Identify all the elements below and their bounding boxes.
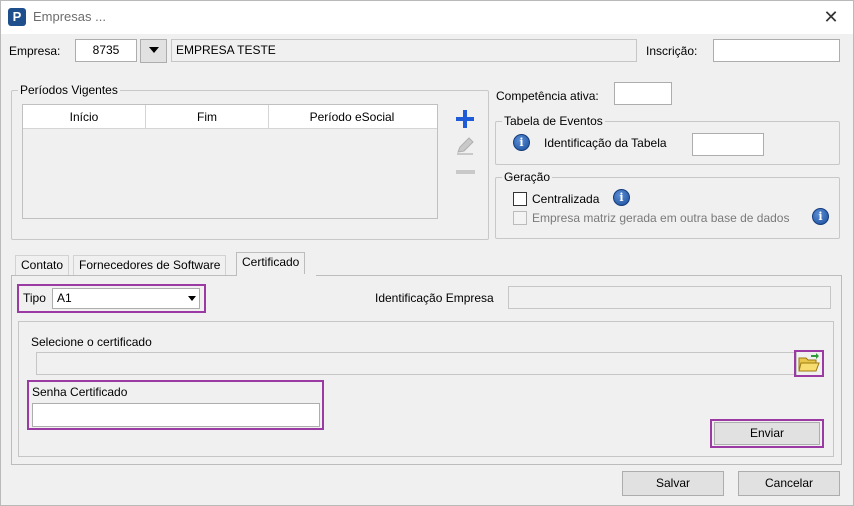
empresa-code-input[interactable]: 8735: [75, 39, 137, 62]
empresa-label: Empresa:: [9, 44, 61, 58]
empresas-dialog: P Empresas ... ✕ Empresa: 8735 EMPRESA T…: [0, 0, 854, 506]
identificacao-empresa-field: [508, 286, 831, 309]
info-icon[interactable]: i: [613, 189, 630, 206]
tab-certificado[interactable]: Certificado: [236, 252, 306, 276]
periodos-vigentes-title: Períodos Vigentes: [18, 83, 120, 97]
title-bar: P Empresas ... ✕: [1, 1, 853, 34]
empresa-matriz-label: Empresa matriz gerada em outra base de d…: [532, 211, 790, 225]
tab-fornecedores-software[interactable]: Fornecedores de Software: [73, 255, 227, 276]
browse-certificado-button[interactable]: [798, 353, 820, 373]
edit-periodo-button[interactable]: [454, 135, 476, 157]
plus-icon: [456, 110, 474, 128]
column-header-inicio[interactable]: Início: [23, 105, 146, 129]
competencia-input[interactable]: [614, 82, 672, 105]
inscricao-label: Inscrição:: [646, 44, 698, 58]
tab-contato[interactable]: Contato: [15, 255, 70, 276]
window-title: Empresas ...: [33, 9, 106, 24]
geracao-title: Geração: [502, 170, 553, 184]
empresa-matriz-checkbox[interactable]: [513, 211, 527, 225]
active-tab-join: [237, 274, 316, 276]
identificacao-tabela-label: Identificação da Tabela: [544, 136, 667, 150]
periodos-grid[interactable]: Início Fim Período eSocial: [22, 104, 438, 219]
selecione-certificado-label: Selecione o certificado: [31, 335, 152, 349]
inscricao-input[interactable]: [713, 39, 840, 62]
column-header-periodo-esocial[interactable]: Período eSocial: [269, 105, 435, 129]
salvar-button[interactable]: Salvar: [622, 471, 724, 496]
folder-open-icon: [798, 353, 820, 372]
identificacao-tabela-input[interactable]: [692, 133, 764, 156]
info-icon[interactable]: i: [513, 134, 530, 151]
identificacao-empresa-label: Identificação Empresa: [375, 291, 494, 305]
chevron-down-icon: [188, 296, 196, 301]
tipo-label: Tipo: [23, 291, 46, 305]
geracao-group: Geração: [495, 170, 840, 239]
centralizada-label: Centralizada: [532, 192, 600, 206]
close-button[interactable]: ✕: [809, 1, 853, 34]
minus-icon: [456, 170, 475, 174]
tipo-select[interactable]: A1: [52, 288, 200, 309]
chevron-down-icon: [148, 47, 159, 53]
cancelar-button[interactable]: Cancelar: [738, 471, 840, 496]
remove-periodo-button[interactable]: [455, 166, 477, 176]
centralizada-checkbox[interactable]: [513, 192, 527, 206]
competencia-label: Competência ativa:: [496, 89, 599, 103]
column-header-fim[interactable]: Fim: [146, 105, 269, 129]
tabela-eventos-title: Tabela de Eventos: [502, 114, 605, 128]
certificado-path-field: [36, 352, 797, 375]
pencil-icon: [457, 137, 474, 155]
info-icon[interactable]: i: [812, 208, 829, 225]
senha-certificado-label: Senha Certificado: [32, 385, 128, 399]
enviar-button[interactable]: Enviar: [714, 422, 820, 445]
periodos-grid-header: Início Fim Período eSocial: [23, 105, 437, 129]
empresa-name-field: EMPRESA TESTE: [171, 39, 637, 62]
empresa-dropdown-button[interactable]: [140, 39, 167, 63]
add-periodo-button[interactable]: [453, 107, 477, 131]
tipo-selected-value: A1: [57, 291, 72, 305]
senha-certificado-input[interactable]: [32, 403, 320, 427]
app-logo-icon: P: [8, 8, 26, 26]
